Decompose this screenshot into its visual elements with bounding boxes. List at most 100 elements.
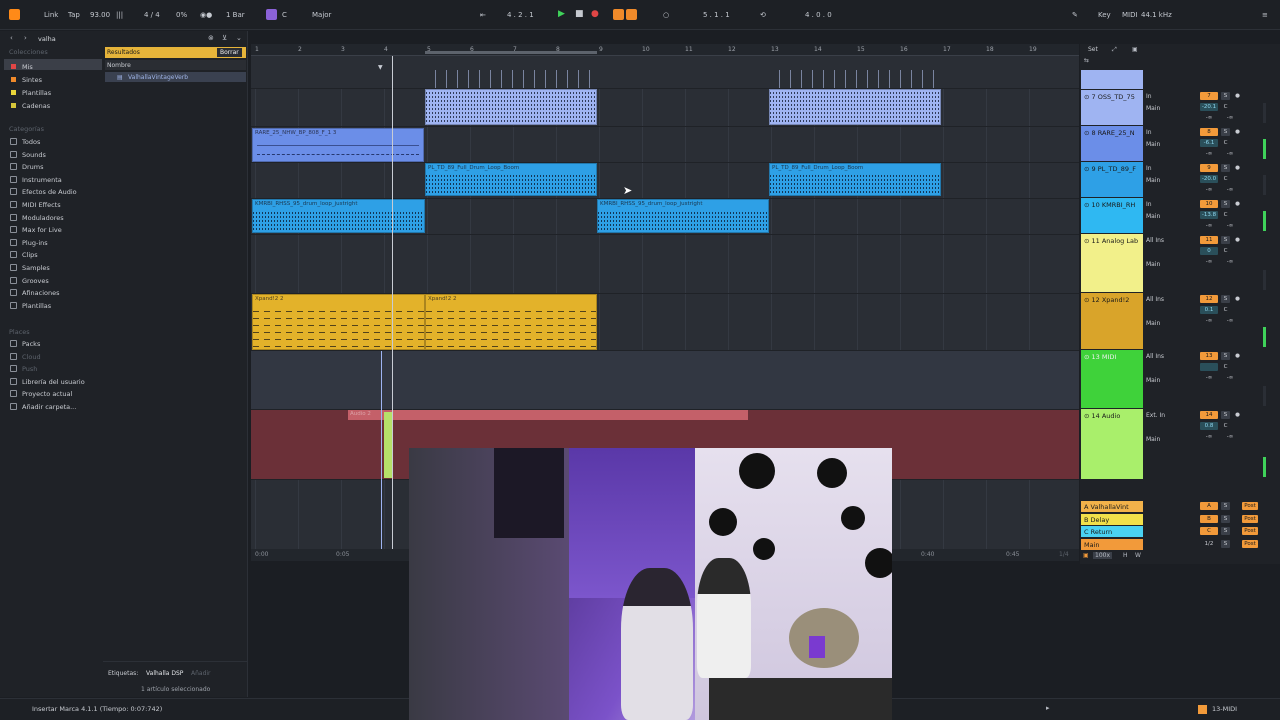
send-b[interactable]: -∞ bbox=[1221, 258, 1239, 266]
time-signature[interactable]: 4 / 4 bbox=[144, 11, 160, 19]
return-activator[interactable]: C bbox=[1200, 527, 1218, 535]
return-name-box[interactable]: C Return bbox=[1081, 526, 1143, 537]
return-track[interactable]: B Delay B S Post bbox=[1080, 513, 1280, 525]
output-select[interactable]: Main bbox=[1146, 213, 1160, 220]
pan-field[interactable]: C bbox=[1221, 175, 1230, 183]
add-tag-button[interactable]: Añadir bbox=[191, 670, 211, 677]
loop-icon[interactable]: ⟲ bbox=[760, 11, 766, 19]
track-lane[interactable] bbox=[251, 351, 1079, 410]
category-item[interactable]: Sounds bbox=[22, 151, 46, 159]
send-b[interactable]: -∞ bbox=[1221, 374, 1239, 382]
mixer-track[interactable]: ⊙ 10 KMRBI_RH In Main 10 S ● -13.8 C -∞ … bbox=[1080, 198, 1280, 233]
forward-arrow-icon[interactable]: › bbox=[24, 34, 27, 42]
pan-field[interactable]: C bbox=[1221, 139, 1230, 147]
clip[interactable]: RARE_25_NHW_BP_808_F_1 3 bbox=[252, 128, 424, 162]
loop-length[interactable]: 4 . 0 . 0 bbox=[805, 11, 832, 19]
zoom-percent[interactable]: 100x bbox=[1093, 552, 1113, 559]
track-name-box[interactable]: ⊙ 7 OSS_TD_75 bbox=[1081, 90, 1143, 125]
expand-icon[interactable]: ⤢ bbox=[1112, 46, 1117, 54]
place-item[interactable]: Push bbox=[22, 365, 37, 373]
track-fold-icon[interactable]: ⊙ bbox=[1084, 412, 1092, 420]
place-item[interactable]: Añadir carpeta... bbox=[22, 403, 76, 411]
category-item[interactable]: Plantillas bbox=[22, 302, 51, 310]
record-mode-icon[interactable]: ◉● bbox=[200, 11, 212, 19]
pan-field[interactable]: C bbox=[1221, 306, 1230, 314]
solo-button[interactable]: S bbox=[1221, 295, 1230, 303]
track-activator[interactable]: 9 bbox=[1200, 164, 1218, 172]
clear-button[interactable]: Borrar bbox=[217, 48, 242, 57]
volume-field[interactable]: -20.0 bbox=[1200, 175, 1218, 183]
return-activator[interactable]: A bbox=[1200, 502, 1218, 510]
overdub-icon[interactable] bbox=[613, 9, 624, 20]
back-arrow-icon[interactable]: ‹ bbox=[10, 34, 13, 42]
lock-icon[interactable]: ▣ bbox=[1132, 46, 1138, 53]
category-item[interactable]: Moduladores bbox=[22, 214, 64, 222]
return-activator[interactable]: B bbox=[1200, 514, 1218, 523]
record-button[interactable]: ● bbox=[591, 9, 599, 19]
scale-select[interactable]: Major bbox=[312, 11, 331, 19]
return-track[interactable]: Main 1/2 S Post bbox=[1080, 538, 1280, 550]
loop-start[interactable]: 5 . 1 . 1 bbox=[703, 11, 730, 19]
return-track[interactable]: A ValhallaVint A S Post bbox=[1080, 501, 1280, 512]
output-select[interactable]: Main bbox=[1146, 141, 1160, 148]
input-select[interactable]: All Ins bbox=[1146, 353, 1164, 360]
quantize-select[interactable]: 1 Bar bbox=[226, 11, 245, 19]
clip[interactable]: PL_TD_89_Full_Drum_Loop_Boom bbox=[769, 163, 941, 196]
place-item[interactable]: Librería del usuario bbox=[22, 378, 85, 386]
send-b[interactable]: -∞ bbox=[1221, 433, 1239, 441]
place-item[interactable]: Cloud bbox=[22, 353, 41, 361]
track-name-box[interactable]: ⊙ 9 PL_TD_89_F bbox=[1081, 162, 1143, 197]
track-lane[interactable] bbox=[251, 235, 1079, 294]
post-button[interactable]: Post bbox=[1242, 527, 1258, 535]
h-toggle[interactable]: H bbox=[1123, 552, 1128, 559]
return-activator[interactable]: 1/2 bbox=[1200, 539, 1218, 548]
track-fold-icon[interactable]: ⊙ bbox=[1084, 237, 1092, 245]
input-select[interactable]: In bbox=[1146, 201, 1152, 208]
clip[interactable]: Xpand!2 2 bbox=[425, 294, 597, 350]
category-item[interactable]: Samples bbox=[22, 264, 50, 272]
category-item[interactable]: Instrumenta bbox=[22, 176, 62, 184]
solo-button[interactable]: S bbox=[1221, 164, 1230, 172]
arm-icon[interactable]: ● bbox=[1233, 200, 1242, 208]
stop-button[interactable]: ■ bbox=[575, 9, 584, 19]
send-b[interactable]: -∞ bbox=[1221, 186, 1239, 194]
input-select[interactable]: All Ins bbox=[1146, 237, 1164, 244]
track-activator[interactable]: 12 bbox=[1200, 295, 1218, 303]
track-activator[interactable]: 11 bbox=[1200, 236, 1218, 244]
input-select[interactable]: All Ins bbox=[1146, 296, 1164, 303]
mixer-track[interactable]: ⊙ 7 OSS_TD_75 In Main 7 S ● -20.1 C -∞ -… bbox=[1080, 90, 1280, 125]
send-a[interactable]: -∞ bbox=[1200, 258, 1218, 266]
send-a[interactable]: -∞ bbox=[1200, 150, 1218, 158]
arm-icon[interactable]: ● bbox=[1233, 92, 1242, 100]
track-fold-icon[interactable]: ⊙ bbox=[1084, 296, 1092, 304]
place-item[interactable]: Proyecto actual bbox=[22, 390, 72, 398]
grid-zoom[interactable]: 1/4 bbox=[1059, 551, 1069, 558]
solo-button[interactable]: S bbox=[1221, 352, 1230, 360]
track-name-box[interactable]: ⊙ 8 RARE_25_N bbox=[1081, 126, 1143, 161]
arm-icon[interactable]: ● bbox=[1233, 352, 1242, 360]
solo-button[interactable]: S bbox=[1221, 502, 1230, 510]
solo-button[interactable]: S bbox=[1221, 92, 1230, 100]
collection-item[interactable]: Sintes bbox=[22, 76, 42, 84]
play-icon[interactable]: ▸ bbox=[1046, 704, 1050, 712]
output-select[interactable]: Main bbox=[1146, 320, 1160, 327]
follow-icon[interactable]: ⇤ bbox=[480, 11, 486, 19]
solo-button[interactable]: S bbox=[1221, 128, 1230, 136]
send-b[interactable]: -∞ bbox=[1221, 150, 1239, 158]
collection-item[interactable]: Cadenas bbox=[22, 102, 50, 110]
clip[interactable]: KMRBI_RHSS_95_drum_loop_justright bbox=[597, 199, 769, 233]
key-map-button[interactable]: Key bbox=[1098, 11, 1111, 19]
track-fold-icon[interactable]: ⊙ bbox=[1084, 165, 1092, 173]
volume-field[interactable] bbox=[1200, 363, 1218, 371]
post-button[interactable]: Post bbox=[1242, 514, 1258, 523]
tap-button[interactable]: Tap bbox=[68, 11, 80, 19]
collection-item[interactable]: Plantillas bbox=[22, 89, 51, 97]
send-a[interactable]: -∞ bbox=[1200, 433, 1218, 441]
track-activator[interactable]: 14 bbox=[1200, 411, 1218, 419]
arm-icon[interactable]: ● bbox=[1233, 128, 1242, 136]
draw-mode-icon[interactable]: ✎ bbox=[1072, 11, 1078, 19]
arm-icon[interactable]: ● bbox=[1233, 164, 1242, 172]
name-column-header[interactable]: Nombre bbox=[105, 60, 246, 70]
track-activator[interactable]: 7 bbox=[1200, 92, 1218, 100]
output-select[interactable]: Main bbox=[1146, 436, 1160, 443]
